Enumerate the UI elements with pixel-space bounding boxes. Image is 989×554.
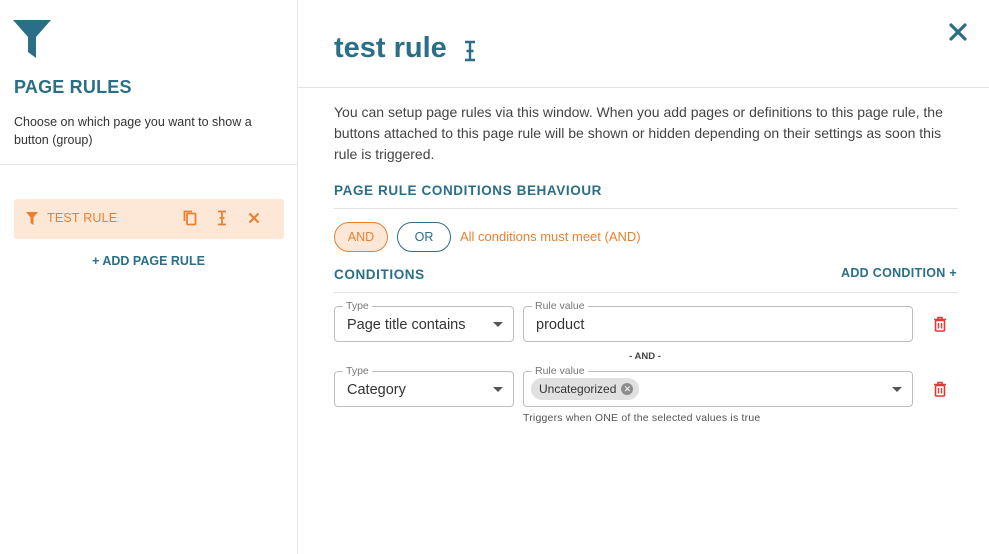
sidebar: PAGE RULES Choose on which page you want…	[0, 0, 298, 554]
filter-icon	[13, 20, 51, 58]
sidebar-description: Choose on which page you want to show a …	[14, 115, 252, 147]
copy-rule-button[interactable]	[181, 209, 199, 227]
rule-value-multiselect[interactable]: Rule value Uncategorized ✕	[523, 365, 913, 407]
main-header: test rule	[298, 0, 989, 88]
add-condition-button[interactable]: ADD CONDITION +	[841, 266, 957, 280]
text-cursor-icon	[218, 210, 226, 226]
close-icon[interactable]	[948, 22, 968, 42]
condition-type-select[interactable]: Type Page title contains	[334, 300, 514, 342]
field-legend: Type	[343, 300, 372, 312]
divider	[0, 164, 297, 165]
page-title: test rule	[334, 32, 447, 64]
behaviour-note: All conditions must meet (AND)	[460, 229, 641, 244]
close-icon	[248, 212, 260, 224]
field-legend: Rule value	[532, 365, 588, 377]
rule-label: TEST RULE	[47, 211, 118, 225]
add-page-rule-button[interactable]: + ADD PAGE RULE	[0, 254, 297, 268]
rule-value-input[interactable]: Rule value product	[523, 300, 913, 342]
divider	[334, 208, 958, 209]
behaviour-section-title: PAGE RULE CONDITIONS BEHAVIOUR	[334, 183, 603, 198]
chip-label: Uncategorized	[539, 382, 617, 396]
field-legend: Rule value	[532, 300, 588, 312]
condition-type-select[interactable]: Type Category	[334, 365, 514, 407]
value-chip: Uncategorized ✕	[531, 378, 640, 400]
filter-icon	[26, 212, 38, 225]
rule-list-item[interactable]: TEST RULE	[14, 199, 284, 239]
delete-rule-button[interactable]	[245, 209, 263, 227]
field-value: product	[536, 317, 585, 333]
divider	[334, 292, 958, 293]
rename-rule-button[interactable]	[213, 209, 231, 227]
and-separator: - AND -	[629, 351, 661, 362]
field-legend: Type	[343, 365, 372, 377]
or-toggle-button[interactable]: OR	[397, 222, 451, 252]
copy-icon	[183, 210, 197, 226]
chevron-down-icon	[493, 322, 503, 327]
sidebar-title: PAGE RULES	[14, 77, 132, 97]
chevron-down-icon[interactable]	[892, 387, 902, 392]
intro-text: You can setup page rules via this window…	[334, 104, 943, 162]
conditions-section-title: CONDITIONS	[334, 267, 425, 282]
trash-icon[interactable]	[933, 316, 947, 332]
and-toggle-button[interactable]: AND	[334, 222, 388, 252]
field-value: Category	[347, 382, 406, 398]
chevron-down-icon	[493, 387, 503, 392]
field-value: Page title contains	[347, 317, 466, 333]
trash-icon[interactable]	[933, 381, 947, 397]
chip-remove-icon[interactable]: ✕	[621, 383, 634, 395]
helper-text: Triggers when ONE of the selected values…	[523, 412, 761, 424]
text-cursor-icon[interactable]	[462, 40, 478, 62]
